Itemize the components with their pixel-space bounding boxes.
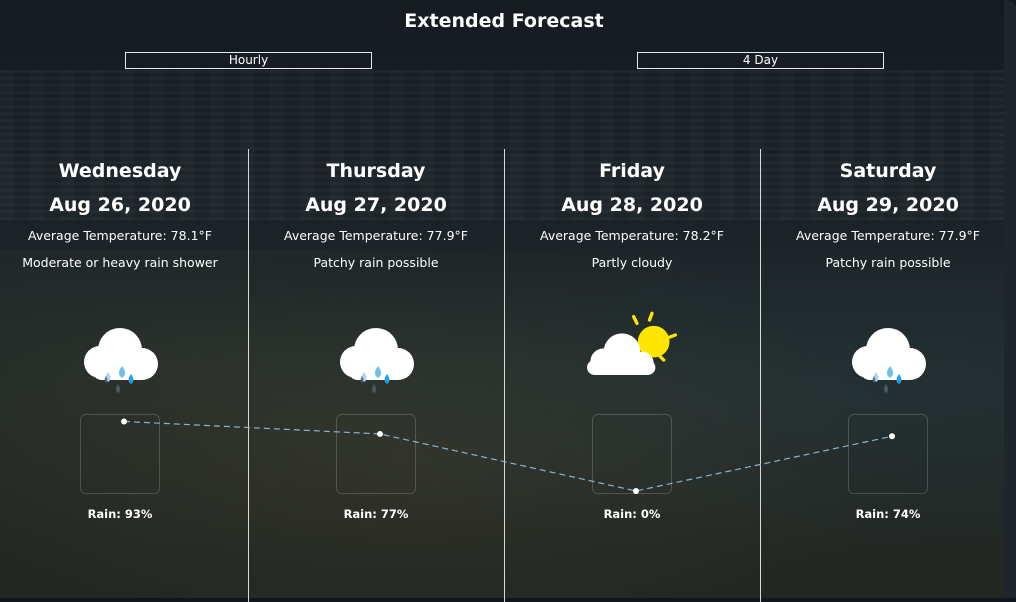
day-column-wednesday: Wednesday Aug 26, 2020 Average Temperatu… bbox=[0, 158, 240, 271]
column-divider bbox=[504, 149, 505, 602]
average-temperature: Average Temperature: 78.1°F bbox=[28, 228, 212, 243]
average-temperature: Average Temperature: 77.9°F bbox=[796, 228, 980, 243]
day-name: Friday bbox=[599, 160, 665, 182]
rain-cloud-icon bbox=[84, 328, 158, 393]
day-date: Aug 28, 2020 bbox=[561, 194, 703, 216]
average-temperature: Average Temperature: 77.9°F bbox=[284, 228, 468, 243]
day-column-saturday: Saturday Aug 29, 2020 Average Temperatur… bbox=[768, 158, 1008, 271]
page-title: Extended Forecast bbox=[404, 10, 604, 32]
rain-chance-box bbox=[336, 414, 416, 494]
panel-bottom-edge bbox=[0, 598, 1016, 602]
rain-chance-box bbox=[80, 414, 160, 494]
rain-chance-label: Rain: 93% bbox=[87, 507, 153, 521]
day-name: Wednesday bbox=[58, 160, 182, 182]
rain-cloud-icon bbox=[340, 328, 414, 393]
rain-chance-label: Rain: 77% bbox=[343, 507, 409, 521]
weather-condition: Patchy rain possible bbox=[313, 255, 439, 270]
rain-chance-box bbox=[848, 414, 928, 494]
day-column-friday: Friday Aug 28, 2020 Average Temperature:… bbox=[512, 158, 752, 271]
partly-cloudy-icon bbox=[587, 311, 677, 375]
rain-chance-label: Rain: 0% bbox=[603, 507, 661, 521]
tab-4-day[interactable]: 4 Day bbox=[637, 52, 884, 69]
rain-chance-box bbox=[592, 414, 672, 494]
rain-cloud-icon bbox=[852, 328, 926, 393]
column-divider bbox=[760, 149, 761, 602]
day-name: Saturday bbox=[839, 160, 937, 182]
day-date: Aug 27, 2020 bbox=[305, 194, 447, 216]
day-column-thursday: Thursday Aug 27, 2020 Average Temperatur… bbox=[256, 158, 496, 271]
tab-hourly[interactable]: Hourly bbox=[125, 52, 372, 69]
panel-edge bbox=[1004, 0, 1016, 602]
column-divider bbox=[248, 149, 249, 602]
day-name: Thursday bbox=[326, 160, 426, 182]
weather-condition: Moderate or heavy rain shower bbox=[22, 255, 218, 270]
day-date: Aug 29, 2020 bbox=[817, 194, 959, 216]
average-temperature: Average Temperature: 78.2°F bbox=[540, 228, 724, 243]
rain-chance-label: Rain: 74% bbox=[855, 507, 921, 521]
weather-condition: Patchy rain possible bbox=[825, 255, 951, 270]
weather-condition: Partly cloudy bbox=[591, 255, 673, 270]
day-date: Aug 26, 2020 bbox=[49, 194, 191, 216]
